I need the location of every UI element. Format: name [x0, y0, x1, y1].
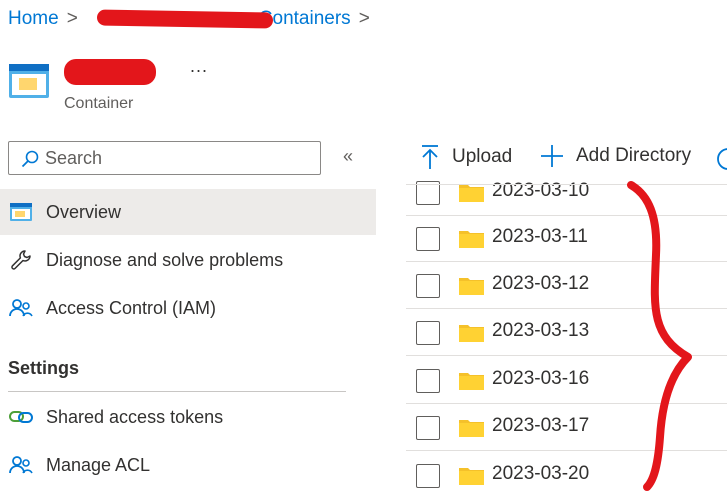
container-icon [8, 201, 34, 223]
folder-icon [459, 183, 484, 207]
folder-icon [459, 466, 484, 490]
sidebar-item-overview[interactable]: Overview [0, 189, 376, 235]
search-icon [21, 150, 39, 168]
brace-annotation [627, 181, 692, 491]
section-divider [8, 391, 346, 392]
people-icon [8, 454, 34, 476]
row-checkbox[interactable] [416, 321, 440, 345]
search-box[interactable] [8, 141, 321, 175]
file-name[interactable]: 2023-03-12 [492, 273, 589, 295]
upload-icon [420, 144, 440, 170]
sidebar-item-access-control[interactable]: Access Control (IAM) [0, 285, 376, 331]
row-checkbox[interactable] [416, 227, 440, 251]
more-actions-button[interactable]: ... [190, 56, 208, 77]
file-name[interactable]: 2023-03-13 [492, 320, 589, 342]
file-name[interactable]: 2023-03-11 [492, 226, 588, 248]
add-directory-button[interactable]: Add Directory [540, 144, 691, 168]
file-name[interactable]: 2023-03-20 [492, 463, 589, 485]
container-icon [9, 64, 49, 98]
people-icon [8, 297, 34, 319]
folder-icon [459, 323, 484, 347]
collapse-sidebar-button[interactable]: « [343, 146, 353, 167]
folder-icon [459, 371, 484, 395]
row-checkbox[interactable] [416, 416, 440, 440]
sidebar-item-label: Overview [46, 201, 122, 222]
chevron-right-icon: > [358, 8, 370, 29]
sidebar-item-label: Shared access tokens [46, 406, 224, 427]
link-icon [8, 406, 34, 428]
add-directory-label: Add Directory [576, 145, 692, 166]
folder-icon [459, 276, 484, 300]
file-name[interactable]: 2023-03-16 [492, 368, 589, 390]
breadcrumb-home-link[interactable]: Home [8, 8, 59, 29]
sidebar-item-label: Manage ACL [46, 454, 151, 475]
settings-heading: Settings [8, 358, 80, 378]
row-checkbox[interactable] [416, 464, 440, 488]
resource-name-redaction [64, 59, 156, 85]
upload-label: Upload [452, 146, 513, 167]
chevron-right-icon: > [66, 8, 78, 29]
resource-type: Container [64, 95, 134, 112]
folder-icon [459, 418, 484, 442]
row-checkbox[interactable] [416, 274, 440, 298]
sidebar-item-label: Access Control (IAM) [46, 297, 217, 318]
plus-icon [540, 144, 564, 168]
sidebar-item-shared-access-tokens[interactable]: Shared access tokens [0, 394, 376, 440]
file-name[interactable]: 2023-03-17 [492, 415, 589, 437]
folder-icon [459, 229, 484, 253]
search-input[interactable] [45, 146, 305, 170]
sidebar-item-manage-acl[interactable]: Manage ACL [0, 442, 376, 488]
row-checkbox[interactable] [416, 369, 440, 393]
upload-button[interactable]: Upload [420, 144, 512, 170]
sidebar-item-label: Diagnose and solve problems [46, 249, 284, 270]
wrench-icon [8, 249, 34, 271]
sidebar-item-diagnose[interactable]: Diagnose and solve problems [0, 237, 376, 283]
redaction-mark [96, 9, 274, 29]
